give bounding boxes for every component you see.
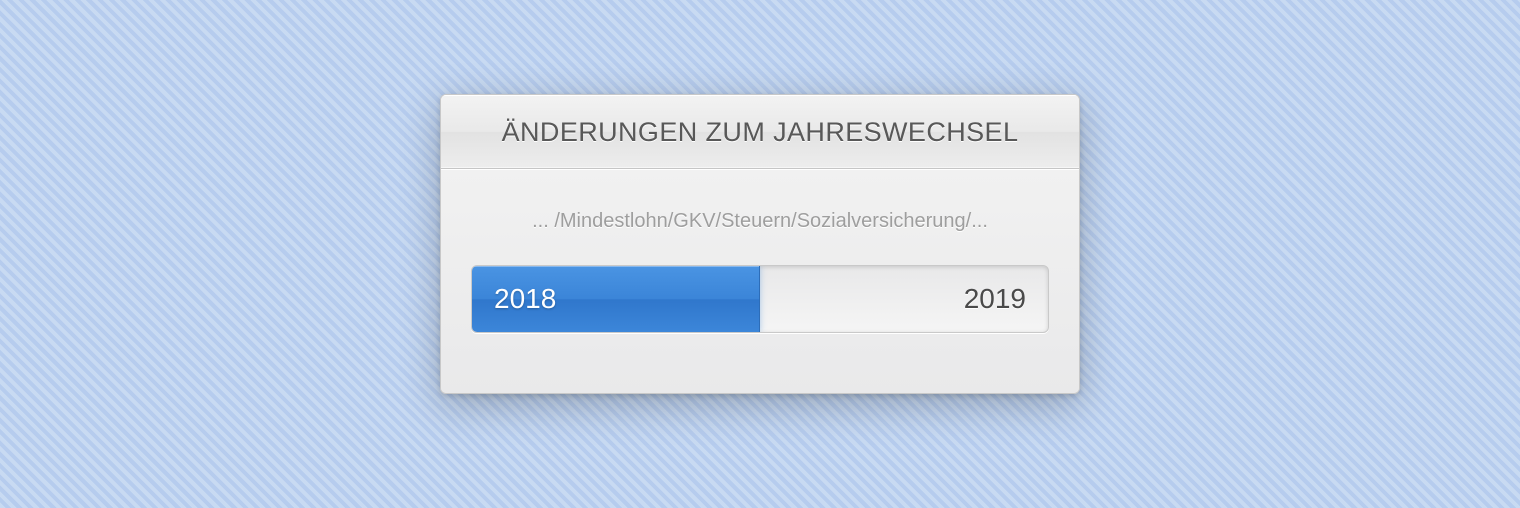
window-title: ÄNDERUNGEN ZUM JAHRESWECHSEL [453,117,1067,148]
progress-end-label: 2019 [964,283,1026,315]
window-subtitle: ... /Mindestlohn/GKV/Steuern/Sozialversi… [471,210,1049,233]
dialog-window: ÄNDERUNGEN ZUM JAHRESWECHSEL ... /Mindes… [440,94,1080,394]
year-progress-bar: 2018 2019 [471,265,1049,333]
progress-start-label: 2018 [494,283,556,315]
title-bar: ÄNDERUNGEN ZUM JAHRESWECHSEL [441,95,1079,169]
window-body: ... /Mindestlohn/GKV/Steuern/Sozialversi… [441,169,1079,393]
